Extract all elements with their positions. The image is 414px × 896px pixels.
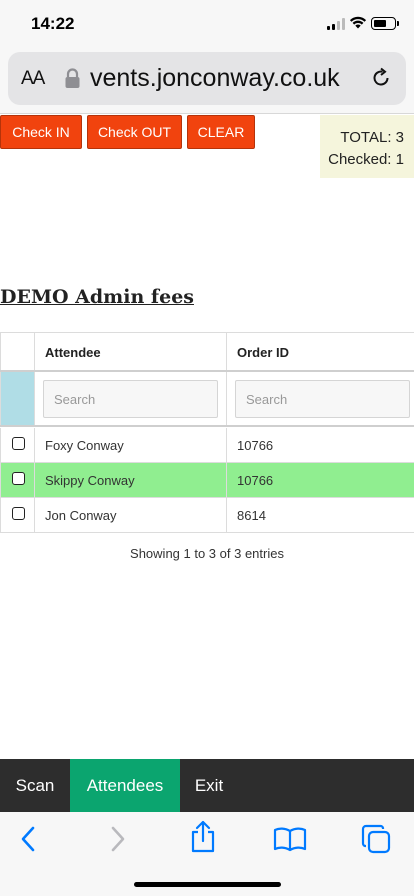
- address-bar[interactable]: AA vents.jonconway.co.uk: [8, 52, 406, 105]
- battery-cap: [397, 21, 399, 26]
- table-header-row: Attendee Order ID: [0, 332, 414, 372]
- clear-button[interactable]: CLEAR: [187, 115, 255, 149]
- attendee-name: Skippy Conway: [45, 473, 135, 488]
- bookmarks-icon[interactable]: [273, 826, 307, 852]
- lock-icon: [65, 68, 80, 88]
- back-icon[interactable]: [18, 824, 38, 854]
- table-row[interactable]: Skippy Conway 10766: [0, 463, 414, 498]
- order-id-column-header[interactable]: Order ID: [226, 333, 414, 370]
- checked-count: Checked: 1: [328, 151, 404, 168]
- attendee-search-input[interactable]: Search: [43, 380, 218, 418]
- order-id: 8614: [237, 508, 266, 523]
- browser-address-area: AA vents.jonconway.co.uk: [0, 48, 414, 114]
- battery-icon: [371, 17, 396, 30]
- page-title: DEMO Admin fees: [0, 286, 194, 308]
- check-out-button[interactable]: Check OUT: [87, 115, 182, 149]
- attendee-column-header[interactable]: Attendee: [34, 333, 226, 370]
- status-time: 14:22: [31, 14, 75, 33]
- attendee-name: Foxy Conway: [45, 438, 124, 453]
- url-text[interactable]: vents.jonconway.co.uk: [90, 64, 340, 93]
- nav-exit[interactable]: Exit: [180, 759, 238, 812]
- home-indicator: [134, 882, 281, 887]
- search-row: Search Search: [0, 372, 414, 427]
- nav-scan[interactable]: Scan: [0, 759, 70, 812]
- row-checkbox[interactable]: [12, 507, 25, 520]
- order-id: 10766: [237, 438, 274, 453]
- search-row-spacer: [0, 372, 34, 425]
- table-info: Showing 1 to 3 of 3 entries: [130, 546, 284, 561]
- total-count: TOTAL: 3: [340, 129, 404, 146]
- table-row[interactable]: Foxy Conway 10766: [0, 428, 414, 463]
- share-icon[interactable]: [189, 820, 217, 854]
- order-id-search-input[interactable]: Search: [235, 380, 410, 418]
- check-in-button[interactable]: Check IN: [0, 115, 82, 149]
- attendance-summary: TOTAL: 3 Checked: 1: [320, 115, 414, 178]
- status-bar: 14:22: [0, 0, 414, 48]
- forward-icon[interactable]: [108, 824, 128, 854]
- attendee-name: Jon Conway: [45, 508, 117, 523]
- row-checkbox[interactable]: [12, 472, 25, 485]
- order-id: 10766: [237, 473, 274, 488]
- table-row[interactable]: Jon Conway 8614: [0, 498, 414, 533]
- wifi-icon: [349, 16, 367, 29]
- bottom-nav: Scan Attendees Exit: [0, 759, 414, 812]
- nav-attendees[interactable]: Attendees: [70, 759, 180, 812]
- text-size-button[interactable]: AA: [21, 68, 45, 90]
- select-column-header: [0, 333, 34, 370]
- row-checkbox[interactable]: [12, 437, 25, 450]
- cellular-signal-icon: [327, 18, 345, 30]
- tabs-icon[interactable]: [361, 824, 391, 854]
- reload-icon[interactable]: [370, 67, 392, 89]
